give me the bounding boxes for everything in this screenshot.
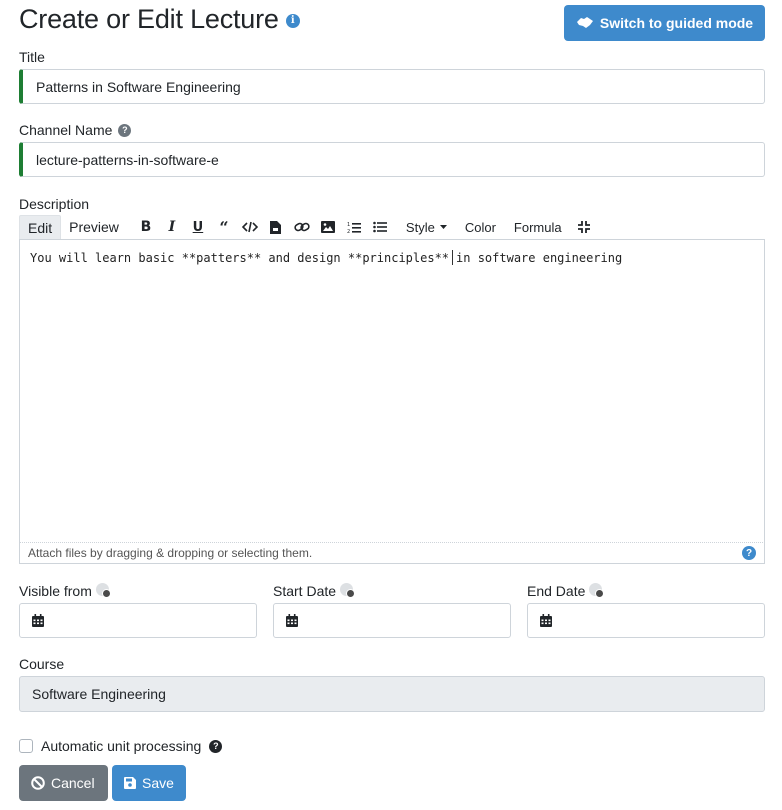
save-icon (124, 777, 136, 789)
caret-down-icon (439, 225, 447, 229)
timezone-clock-icon[interactable] (340, 583, 356, 599)
unordered-list-icon[interactable] (367, 215, 393, 239)
channel-name-label-text: Channel Name (19, 122, 113, 138)
info-icon[interactable]: i (285, 13, 300, 28)
text-cursor (452, 250, 454, 265)
bold-icon[interactable]: B (133, 215, 159, 239)
question-icon[interactable]: ? (209, 739, 223, 753)
timezone-clock-icon[interactable] (589, 583, 605, 599)
file-icon[interactable] (263, 215, 289, 239)
svg-text:2: 2 (347, 229, 350, 234)
cancel-button[interactable]: Cancel (19, 765, 108, 801)
channel-name-input[interactable]: lecture-patterns-in-software-e (19, 142, 765, 177)
formula-button[interactable]: Formula (505, 215, 571, 239)
switch-guided-mode-label: Switch to guided mode (599, 15, 754, 31)
italic-icon[interactable]: I (159, 215, 185, 239)
calendar-icon[interactable] (540, 614, 552, 627)
attach-files-bar[interactable]: Attach files by dragging & dropping or s… (19, 543, 765, 564)
automatic-unit-processing-row: Automatic unit processing ? (19, 738, 223, 754)
visible-from-input[interactable] (19, 603, 257, 638)
start-date-label-text: Start Date (273, 583, 337, 599)
description-editor[interactable]: You will learn basic **patters** and des… (19, 239, 765, 543)
start-date-label: Start Date (273, 583, 356, 599)
title-label: Title (19, 49, 45, 65)
visible-from-label-text: Visible from (19, 583, 92, 599)
course-input-value: Software Engineering (32, 686, 166, 702)
cancel-button-label: Cancel (51, 775, 95, 791)
code-icon[interactable] (237, 215, 263, 239)
start-date-input[interactable] (273, 603, 511, 638)
question-icon[interactable]: ? (118, 123, 132, 137)
automatic-unit-processing-checkbox[interactable] (19, 739, 33, 753)
editor-content-after: in software engineering (456, 251, 623, 265)
editor-help-icon[interactable]: ? (742, 546, 756, 560)
end-date-label-text: End Date (527, 583, 586, 599)
tab-edit[interactable]: Edit (19, 215, 62, 239)
color-button[interactable]: Color (456, 215, 505, 239)
visible-from-label: Visible from (19, 583, 112, 599)
calendar-icon[interactable] (32, 614, 44, 627)
handshake-icon (576, 17, 593, 28)
title-label-text: Title (19, 49, 45, 65)
automatic-unit-processing-label[interactable]: Automatic unit processing (41, 738, 201, 754)
attach-files-hint: Attach files by dragging & dropping or s… (28, 546, 313, 560)
description-label: Description (19, 196, 89, 212)
style-dropdown[interactable]: Style (397, 215, 456, 239)
save-button-label: Save (142, 775, 174, 791)
editor-content-before: You will learn basic **patters** and des… (30, 251, 450, 265)
end-date-input[interactable] (527, 603, 765, 638)
save-button[interactable]: Save (112, 765, 186, 801)
course-input: Software Engineering (19, 676, 765, 712)
course-label: Course (19, 656, 65, 672)
link-icon[interactable] (289, 215, 315, 239)
ban-icon (31, 776, 45, 790)
editor-toolbar: Edit Preview B I U “ 12 Style Color Form… (19, 215, 597, 239)
switch-guided-mode-button[interactable]: Switch to guided mode (564, 5, 765, 41)
style-dropdown-label: Style (405, 219, 435, 235)
calendar-icon[interactable] (286, 614, 298, 627)
channel-name-input-value: lecture-patterns-in-software-e (36, 151, 219, 168)
page-title-text: Create or Edit Lecture (19, 4, 279, 34)
svg-text:1: 1 (347, 222, 350, 228)
compress-icon[interactable] (571, 215, 597, 239)
quote-icon[interactable]: “ (211, 215, 237, 239)
ordered-list-icon[interactable]: 12 (341, 215, 367, 239)
channel-name-label: Channel Name ? (19, 122, 132, 138)
title-input[interactable]: Patterns in Software Engineering (19, 69, 765, 104)
page-title: Create or Edit Lecture i (19, 4, 300, 35)
title-input-value: Patterns in Software Engineering (36, 78, 241, 95)
image-icon[interactable] (315, 215, 341, 239)
description-label-text: Description (19, 196, 90, 212)
tab-preview[interactable]: Preview (61, 215, 127, 239)
timezone-clock-icon[interactable] (95, 583, 112, 599)
underline-icon[interactable]: U (185, 215, 211, 239)
end-date-label: End Date (527, 583, 605, 599)
